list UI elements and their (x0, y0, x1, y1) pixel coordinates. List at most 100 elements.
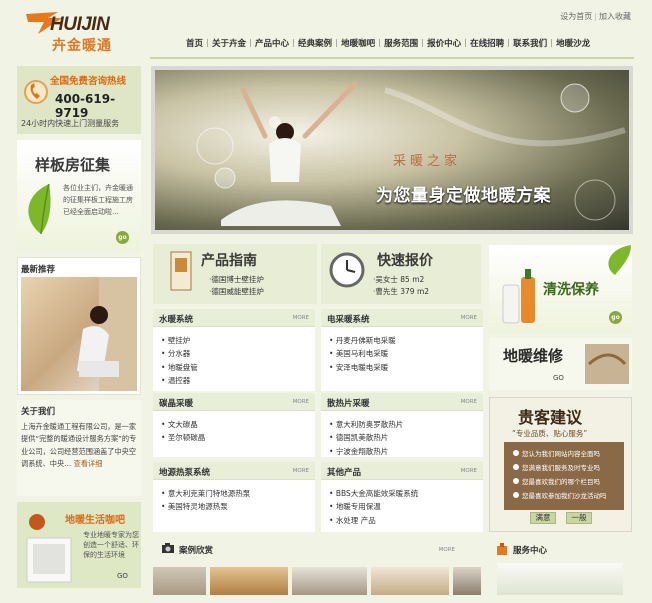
category-item[interactable]: 丹麦丹佛斯电采暖 (329, 334, 483, 347)
set-homepage-link[interactable]: 设为首页 (560, 12, 592, 21)
nav-salon[interactable]: 地暖沙龙 (556, 39, 590, 49)
quick-quote-item[interactable]: ·曹先生 379 m2 (373, 286, 429, 297)
quick-quote-item[interactable]: ·吴女士 85 m2 (373, 274, 424, 285)
logo-text: HUIJIN (50, 14, 110, 35)
category-item[interactable]: 德国凯美散热片 (329, 431, 483, 444)
service-icon (497, 543, 507, 555)
radio-icons (513, 450, 519, 498)
nav-cases[interactable]: 经典案例 (298, 39, 332, 49)
clean-go-button[interactable]: go (609, 311, 622, 324)
category-item[interactable]: 意大利防奥罗散热片 (329, 418, 483, 431)
nav-contact[interactable]: 联系我们 (513, 39, 547, 49)
repair-panel[interactable]: 地暖维修 GO (489, 338, 632, 390)
nav-cafe[interactable]: 地暖咖吧 (341, 39, 375, 49)
nav-home[interactable]: 首页 (186, 39, 203, 49)
advice-option[interactable]: 您认为我们网站内容全面吗 (522, 448, 600, 458)
clean-maintain-title: 清洗保养 (543, 282, 599, 298)
life-cafe-title: 地暖生活咖吧 (65, 515, 125, 526)
category-item[interactable]: 宁波金翔散热片 (329, 445, 483, 458)
service-product-image (497, 563, 623, 595)
more-link[interactable]: MORE (293, 315, 309, 321)
life-cafe-go-button[interactable]: GO (117, 572, 128, 580)
more-link[interactable]: MORE (461, 468, 477, 474)
product-guide-title: 产品指南 (201, 253, 257, 269)
logo[interactable]: HUIJIN 卉金暖通 (22, 8, 132, 54)
case-thumbnail[interactable] (153, 567, 206, 595)
category-item[interactable]: 地暖盘管 (161, 361, 315, 374)
repair-go-button[interactable]: GO (553, 374, 564, 382)
category-item[interactable]: 壁挂炉 (161, 334, 315, 347)
advice-subtitle: “专业品质、贴心服务” (512, 429, 588, 438)
more-link[interactable]: MORE (293, 399, 309, 405)
model-room-text: 各位业主们，卉金暖通的征集样板工程施工房已经全面启动啦… (63, 184, 133, 216)
category-item[interactable]: 文大碳晶 (161, 418, 315, 431)
about-text: 上海卉金暖通工程有限公司，是一家提供“完整的暖通设计服务方案”的专业公司，公司经… (21, 422, 137, 468)
leaf-icon (28, 183, 51, 235)
category-item[interactable]: 地暖专用保温 (329, 500, 483, 513)
category-item[interactable]: 意大利克莱门特地源热泵 (161, 487, 315, 500)
category-item[interactable]: 分水器 (161, 347, 315, 360)
banner-slogan: 为您量身定做地暖方案 (376, 186, 551, 206)
category-box-other-products: 其他产品 MORE BBS大金高能效采暖系统 地暖专用保温 水处理 产品 (321, 462, 483, 532)
advice-option[interactable]: 您满意我们服务及时专业吗 (522, 462, 600, 472)
hero-banner[interactable]: 采暖之家 为您量身定做地暖方案 (151, 66, 633, 234)
life-cafe-panel[interactable]: 地暖生活咖吧 专业地暖专家为您创造一个舒适、环保的生活环境 GO (17, 502, 141, 588)
case-thumbnail[interactable] (210, 567, 288, 595)
advice-option[interactable]: 您最喜欢参加我们沙龙活动吗 (522, 490, 607, 500)
nav-jobs[interactable]: 在线招聘 (470, 39, 504, 49)
life-cafe-text: 专业地暖专家为您创造一个舒适、环保的生活环境 (83, 531, 139, 559)
category-title: 水暖系统 (159, 315, 194, 325)
category-title: 地源热泵系统 (159, 468, 211, 478)
category-box-ground-heat-pump: 地源热泵系统 MORE 意大利克莱门特地源热泵 美国特灵地源热泵 (153, 462, 315, 532)
hotline-phone: 400-619-9719 (55, 92, 116, 120)
about-title: 关于我们 (21, 407, 56, 417)
product-guide-item[interactable]: ·德国博士壁挂炉 (209, 274, 264, 285)
quick-quote-panel[interactable]: 快速报价 ·吴女士 85 m2 ·曹先生 379 m2 (321, 244, 481, 304)
nav-about[interactable]: 关于卉金 (212, 39, 246, 49)
case-thumbnail[interactable] (292, 567, 367, 595)
hotline-note: 24小时内快速上门测量服务 (21, 119, 120, 128)
bottle-icon (502, 269, 535, 324)
model-room-title: 样板房征集 (35, 156, 111, 174)
case-thumbnail[interactable] (371, 567, 449, 595)
product-guide-panel[interactable]: 产品指南 ·德国博士壁挂炉 ·德国威能壁挂炉 (153, 244, 317, 304)
advice-panel: 贵客建议 “专业品质、贴心服务” 您认为我们网站内容全面吗 您满意我们服务及时专… (489, 397, 632, 532)
category-item[interactable]: 水处理 产品 (329, 514, 483, 527)
advice-option[interactable]: 您最喜欢我们的哪个栏目吗 (522, 476, 600, 486)
category-item[interactable]: 美国马利电采暖 (329, 347, 483, 360)
case-thumbnail[interactable] (453, 567, 481, 595)
repair-title: 地暖维修 (503, 347, 564, 365)
category-box-electric-heating: 电采暖系统 MORE 丹麦丹佛斯电采暖 美国马利电采暖 安泽电暖电采暖 (321, 309, 483, 391)
advice-title: 贵客建议 (518, 408, 583, 427)
average-button[interactable]: 一般 (566, 512, 592, 524)
more-link[interactable]: MORE (293, 468, 309, 474)
satisfied-button[interactable]: 满意 (530, 512, 556, 524)
clean-maintain-panel[interactable]: 清洗保养 go (489, 245, 632, 333)
more-link[interactable]: MORE (461, 315, 477, 321)
model-room-go-button[interactable]: go (116, 231, 129, 244)
nav-quote[interactable]: 报价中心 (427, 39, 461, 49)
nav-divider (150, 57, 634, 59)
category-item[interactable]: 温控器 (161, 374, 315, 387)
boiler-icon (170, 251, 192, 291)
recommend-panel: 最新推荐 (17, 257, 141, 395)
recommend-title: 最新推荐 (21, 265, 56, 275)
cases-more-link[interactable]: MORE (439, 547, 455, 553)
add-favorite-link[interactable]: 加入收藏 (599, 12, 631, 21)
nav-products[interactable]: 产品中心 (255, 39, 289, 49)
recommend-image[interactable] (21, 277, 137, 391)
camera-icon (162, 543, 174, 553)
model-room-panel[interactable]: 样板房征集 各位业主们，卉金暖通的征集样板工程施工房已经全面启动啦… go (17, 140, 141, 251)
category-title: 电采暖系统 (327, 315, 370, 325)
nav-service-scope[interactable]: 服务范围 (384, 39, 418, 49)
category-item[interactable]: BBS大金高能效采暖系统 (329, 487, 483, 500)
about-more-link[interactable]: 查看详细 (74, 459, 103, 468)
category-box-water-heating: 水暖系统 MORE 壁挂炉 分水器 地暖盘管 温控器 (153, 309, 315, 391)
product-guide-item[interactable]: ·德国威能壁挂炉 (209, 286, 264, 297)
service-center-panel[interactable]: 服务中心 (489, 539, 632, 595)
service-center-title: 服务中心 (513, 546, 548, 556)
category-item[interactable]: 安泽电暖电采暖 (329, 361, 483, 374)
category-item[interactable]: 美国特灵地源热泵 (161, 500, 315, 513)
more-link[interactable]: MORE (461, 399, 477, 405)
category-item[interactable]: 圣尔顿碳晶 (161, 431, 315, 444)
